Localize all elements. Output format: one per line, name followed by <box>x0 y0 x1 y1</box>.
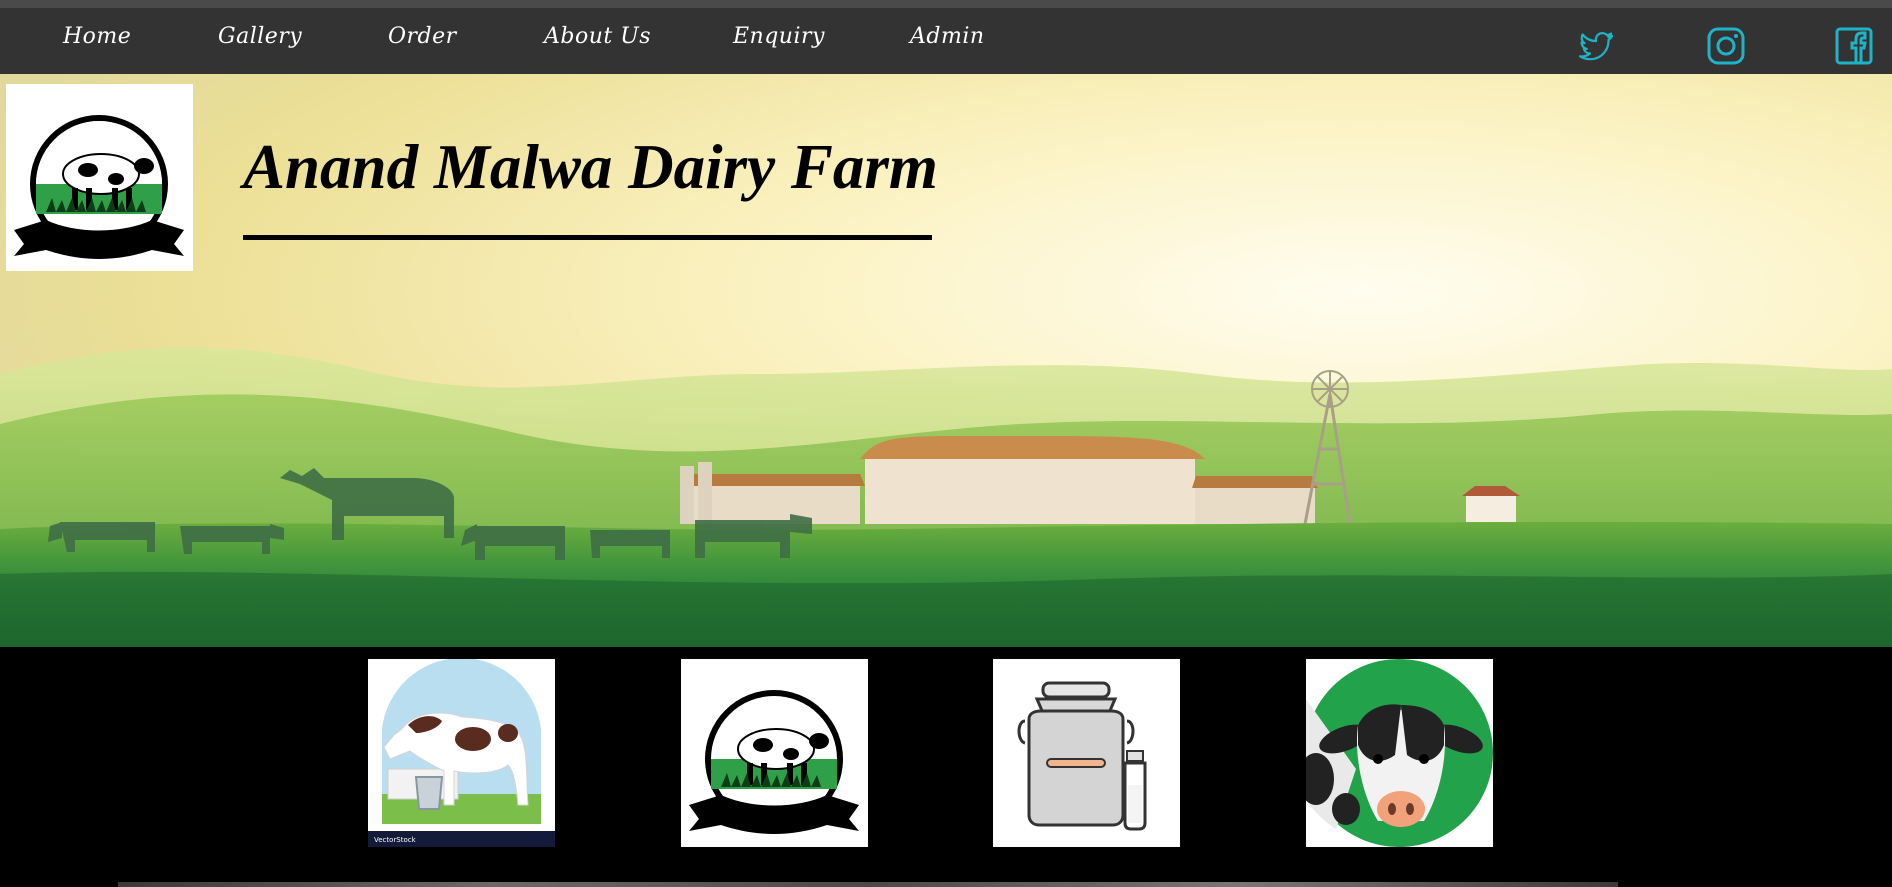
nav-gallery-link[interactable]: Gallery <box>218 24 302 49</box>
cow-with-milk-bucket-icon: VectorStock <box>368 659 555 847</box>
nav-about-us-link[interactable]: About Us <box>544 24 651 49</box>
milk-can-and-bottle-icon <box>1017 681 1147 831</box>
facebook-icon[interactable] <box>1834 26 1874 66</box>
feature-card-cow-bucket[interactable]: VectorStock <box>368 659 555 847</box>
hero-banner-farm-scene: Anand Malwa Dairy Farm <box>0 74 1892 647</box>
nav-admin-link[interactable]: Admin <box>910 24 985 49</box>
cow-logo-icon <box>14 115 184 259</box>
title-underline <box>243 235 932 240</box>
site-logo[interactable] <box>6 84 193 271</box>
browser-top-strip <box>0 0 1892 8</box>
instagram-icon[interactable] <box>1706 26 1746 66</box>
top-navigation-bar: Home Gallery Order About Us Enquiry Admi… <box>0 8 1892 74</box>
site-title: Anand Malwa Dairy Farm <box>243 132 938 202</box>
vectorstock-caption: VectorStock <box>374 836 417 844</box>
feature-card-cow-logo[interactable] <box>681 659 868 847</box>
nav-home-link[interactable]: Home <box>63 24 131 49</box>
feature-card-cow-face[interactable] <box>1306 659 1493 847</box>
feature-card-milk-can[interactable] <box>993 659 1180 847</box>
next-section-preview <box>118 882 1618 887</box>
nav-order-link[interactable]: Order <box>388 24 457 49</box>
cow-logo-icon <box>689 690 859 834</box>
twitter-icon[interactable] <box>1578 26 1618 66</box>
nav-enquiry-link[interactable]: Enquiry <box>733 24 825 49</box>
cow-face-icon <box>1306 659 1493 847</box>
